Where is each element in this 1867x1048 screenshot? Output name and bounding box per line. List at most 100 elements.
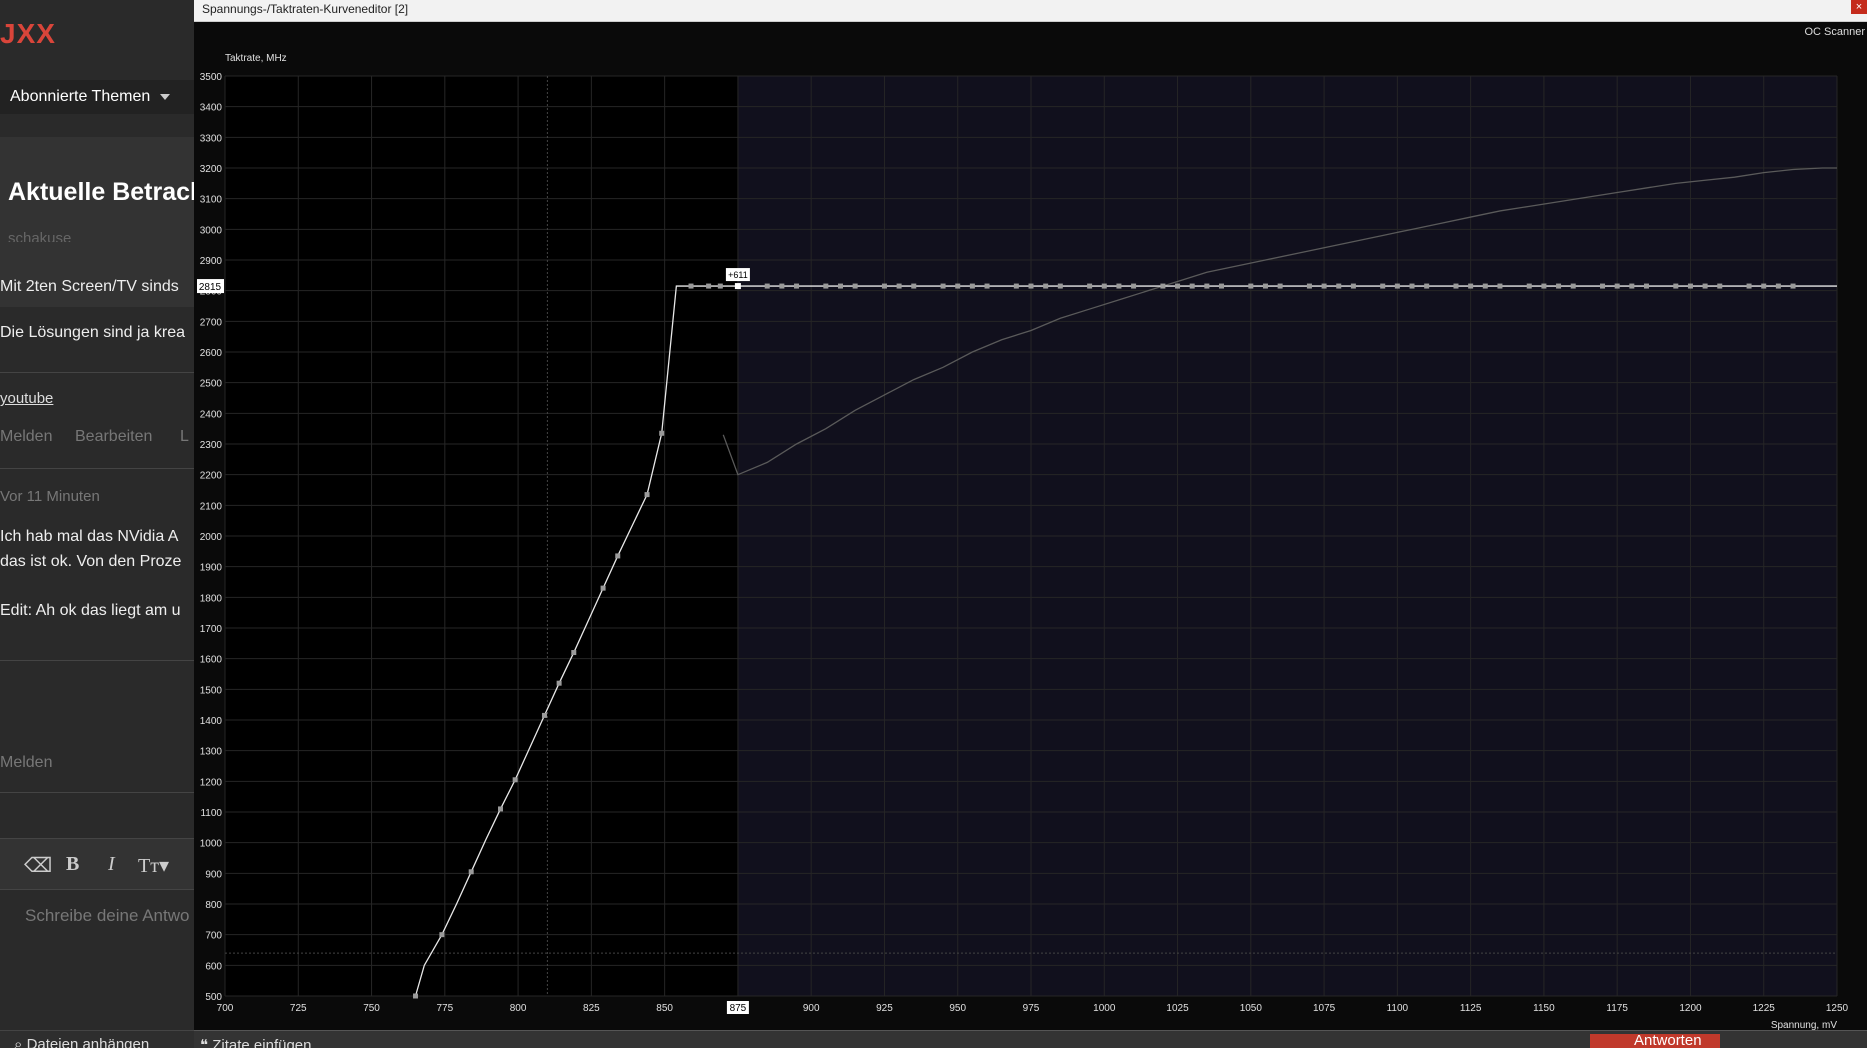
- y-tick-label: 2600: [200, 348, 223, 359]
- y-tick-label: 1700: [200, 624, 223, 635]
- curve-point: [837, 283, 843, 289]
- y-tick-label: 700: [205, 931, 222, 942]
- post-timestamp[interactable]: Vor 11 Minuten: [0, 488, 100, 505]
- curve-point: [1321, 283, 1327, 289]
- curve-point: [1761, 283, 1767, 289]
- paperclip-icon: ⌕: [14, 1036, 27, 1048]
- y-axis-label: Taktrate, MHz: [225, 53, 287, 64]
- curve-point: [688, 283, 694, 289]
- y-tick-label: 2900: [200, 256, 223, 267]
- youtube-link[interactable]: youtube: [0, 390, 53, 407]
- divider: [0, 792, 194, 793]
- chevron-down-icon[interactable]: [160, 94, 170, 100]
- curve-point: [1541, 283, 1547, 289]
- y-tick-label: 3300: [200, 133, 223, 144]
- curve-point: [1306, 283, 1312, 289]
- curve-point: [659, 430, 665, 436]
- curve-point: [1336, 283, 1342, 289]
- x-tick-label: 1200: [1679, 1003, 1702, 1014]
- curve-point: [439, 932, 445, 938]
- curve-point: [1775, 283, 1781, 289]
- curve-point: [1614, 283, 1620, 289]
- post-text: das ist ok. Von den Proze: [0, 553, 182, 570]
- report-button[interactable]: Melden: [0, 428, 52, 446]
- y-tick-label: 1400: [200, 716, 223, 727]
- reply-editor-input[interactable]: Schreibe deine Antwo: [25, 906, 189, 926]
- text-size-icon[interactable]: Tт▾: [138, 853, 169, 878]
- y-tick-label: 600: [205, 961, 222, 972]
- curve-point: [896, 283, 902, 289]
- more-action-button[interactable]: L: [180, 428, 189, 446]
- curve-point: [498, 806, 504, 812]
- curve-point: [955, 283, 961, 289]
- curve-point: [984, 283, 990, 289]
- y-tick-label: 2100: [200, 501, 223, 512]
- divider: [0, 660, 194, 661]
- reply-button[interactable]: Antworten: [1590, 1034, 1720, 1048]
- curve-point: [1013, 283, 1019, 289]
- curve-point: [1570, 283, 1576, 289]
- post-text: Ich hab mal das NVidia A: [0, 528, 179, 545]
- curve-point: [600, 585, 606, 591]
- x-tick-label: 1125: [1460, 1003, 1482, 1014]
- y-tick-label: 3000: [200, 225, 223, 236]
- x-tick-label: 700: [217, 1003, 234, 1014]
- y-tick-label: 3200: [200, 164, 223, 175]
- y-tick-label: 2000: [200, 532, 223, 543]
- curve-point: [706, 283, 712, 289]
- curve-point: [1556, 283, 1562, 289]
- post-text: Die Lösungen sind ja krea: [0, 324, 186, 341]
- curve-point: [1629, 283, 1635, 289]
- x-tick-label: 875: [730, 1003, 747, 1014]
- y-tick-label: 1000: [200, 839, 223, 850]
- curve-point: [571, 650, 577, 656]
- curve-point: [940, 283, 946, 289]
- curve-point: [1468, 283, 1474, 289]
- x-tick-label: 1100: [1387, 1003, 1409, 1014]
- y-tick-label: 2400: [200, 409, 223, 420]
- x-tick-label: 975: [1023, 1003, 1040, 1014]
- y-tick-label: 1300: [200, 747, 223, 758]
- x-tick-label: 950: [949, 1003, 966, 1014]
- curve-point: [1087, 283, 1093, 289]
- curve-point: [794, 283, 800, 289]
- report-button[interactable]: Melden: [0, 754, 52, 772]
- curve-point: [1746, 283, 1752, 289]
- attach-files-button[interactable]: ⌕ Dateien anhängen: [14, 1036, 149, 1048]
- curve-point: [852, 283, 858, 289]
- x-tick-label: 725: [290, 1003, 307, 1014]
- x-tick-label: 925: [876, 1003, 893, 1014]
- curve-point: [779, 283, 785, 289]
- nav-subscribed-topics[interactable]: Abonnierte Themen: [10, 88, 150, 106]
- curve-point: [717, 283, 723, 289]
- curve-point: [1790, 283, 1796, 289]
- voltage-frequency-chart[interactable]: 700 725 750 775 800 825 850 875 900 925 950 975 1000…: [194, 0, 1867, 1030]
- site-logo[interactable]: JXX: [0, 18, 56, 50]
- curve-point: [1189, 283, 1195, 289]
- x-tick-label: 775: [436, 1003, 453, 1014]
- curve-point: [615, 553, 621, 559]
- y-tick-label: 2300: [200, 440, 223, 451]
- y-tick-label: 3100: [200, 195, 223, 206]
- curve-point: [823, 283, 829, 289]
- curve-point: [1673, 283, 1679, 289]
- curve-point: [1497, 283, 1503, 289]
- insert-quotes-button[interactable]: ❝ Zitate einfügen: [200, 1036, 312, 1048]
- y-tick-label: 1500: [200, 685, 223, 696]
- curve-point: [556, 680, 562, 686]
- post-text: Edit: Ah ok das liegt am u: [0, 602, 181, 619]
- curve-point: [1175, 283, 1181, 289]
- y-tick-label: 900: [205, 869, 222, 880]
- eraser-icon[interactable]: ⌫: [24, 853, 52, 878]
- bold-icon[interactable]: B: [66, 853, 79, 876]
- curve-point: [764, 283, 770, 289]
- x-tick-label: 1150: [1533, 1003, 1555, 1014]
- x-tick-label: 850: [656, 1003, 673, 1014]
- italic-icon[interactable]: I: [108, 853, 115, 876]
- y-tick-label: 2500: [200, 379, 223, 390]
- post-author[interactable]: schakuse: [8, 230, 71, 242]
- curve-point: [1717, 283, 1723, 289]
- curve-point: [1248, 283, 1254, 289]
- edit-button[interactable]: Bearbeiten: [75, 428, 152, 446]
- y-tick-label: 1100: [200, 808, 222, 819]
